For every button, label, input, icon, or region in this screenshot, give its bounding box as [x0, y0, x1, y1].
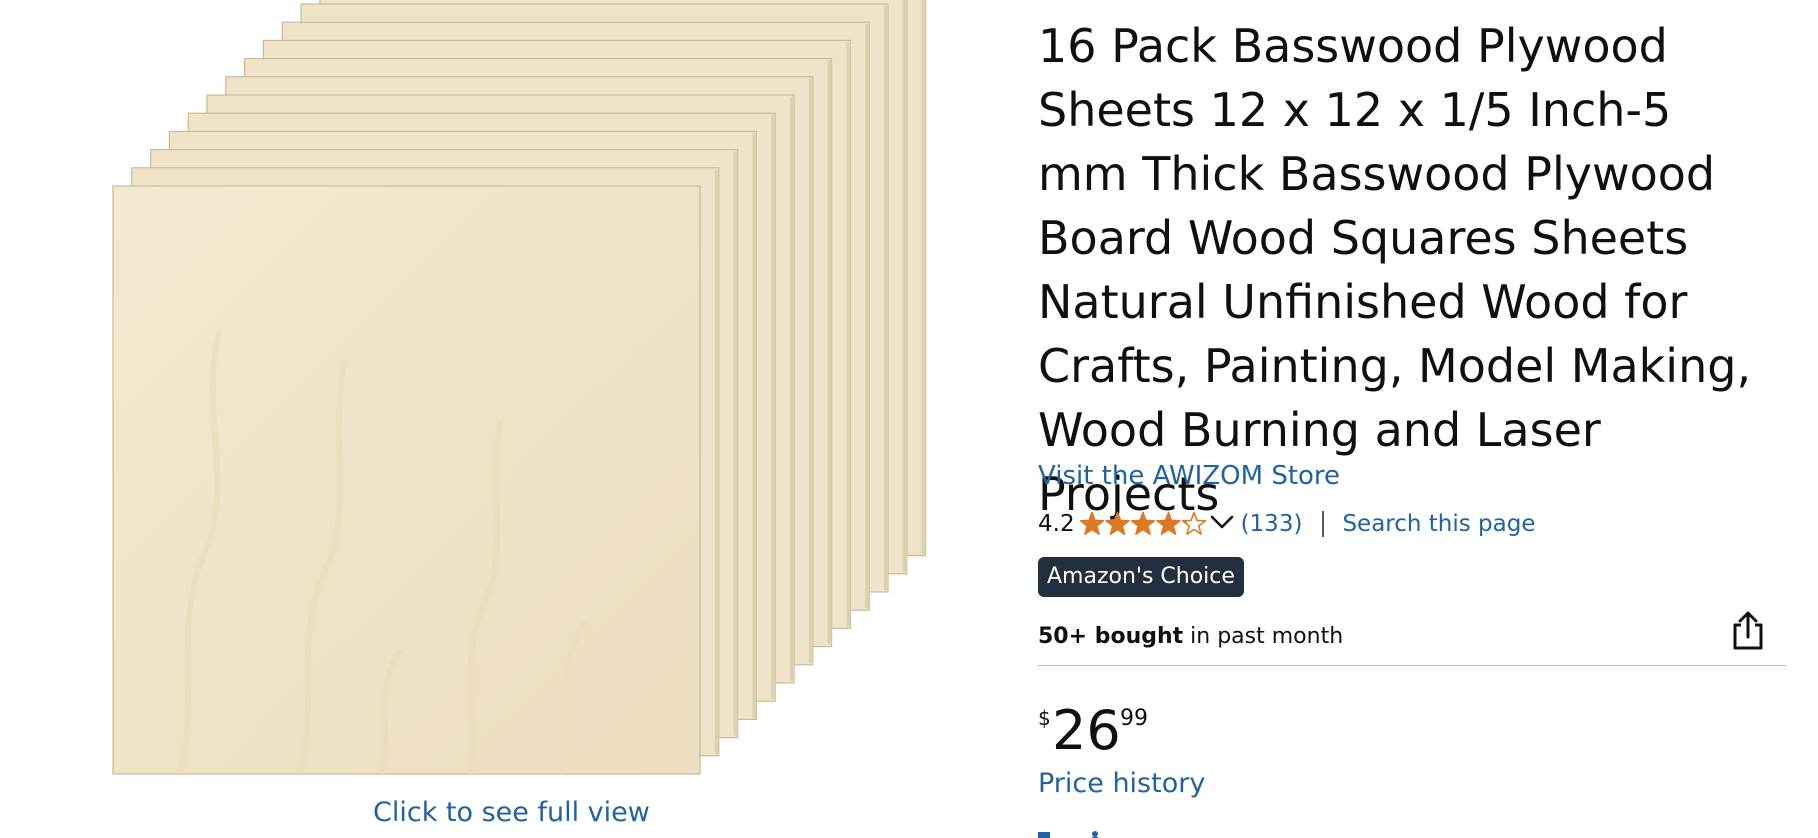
section-divider — [1038, 665, 1786, 666]
product-image-panel[interactable]: Click to see full view — [0, 0, 1030, 838]
rating-value: 4.2 — [1038, 511, 1075, 537]
sheet-edge — [771, 115, 776, 700]
separator — [1322, 511, 1325, 537]
store-link[interactable]: Visit the AWIZOM Store — [1038, 461, 1340, 491]
sheet-edge — [808, 78, 813, 663]
price-history-link[interactable]: Price history — [1038, 768, 1205, 799]
star-fill — [1131, 512, 1154, 535]
product-image[interactable] — [0, 0, 1030, 790]
sheet-edge — [846, 42, 851, 627]
bought-count: 50+ bought in past month — [1038, 624, 1343, 649]
sheet-edge — [733, 151, 738, 736]
review-count-link[interactable]: (133) — [1241, 511, 1303, 537]
sheet-edge — [865, 24, 870, 609]
price-symbol: $ — [1038, 706, 1051, 730]
price-fraction: 99 — [1120, 706, 1148, 731]
product-title: 16 Pack Basswood Plywood Sheets 12 x 12 … — [1038, 19, 1752, 521]
star-fill — [1156, 512, 1180, 535]
sheet-edge — [921, 0, 926, 554]
rating-row: 4.2 (133) Search this page — [1038, 506, 1536, 542]
star-rating[interactable] — [1079, 511, 1207, 537]
full-view-link[interactable]: Click to see full view — [373, 797, 650, 828]
bought-count-rest: in past month — [1183, 624, 1344, 649]
sheet-edge — [714, 169, 719, 754]
search-this-page-link[interactable]: Search this page — [1342, 511, 1535, 537]
cut-off-content — [1038, 831, 1098, 838]
bought-count-bold: 50+ bought — [1038, 624, 1184, 649]
plywood-sheet — [112, 185, 701, 775]
amazons-choice-badge[interactable]: Amazon's Choice — [1038, 557, 1244, 597]
chevron-down-icon[interactable] — [1209, 512, 1235, 536]
sheet-edge — [902, 0, 907, 572]
sheet-edge — [827, 60, 832, 645]
sheet-edge — [752, 133, 757, 718]
sheet-edge — [790, 97, 794, 681]
sheet-edge — [884, 6, 888, 590]
share-icon[interactable] — [1728, 610, 1768, 652]
star-fill — [1105, 512, 1129, 535]
star-fill — [1080, 512, 1103, 535]
price-whole: 26 — [1052, 699, 1121, 762]
